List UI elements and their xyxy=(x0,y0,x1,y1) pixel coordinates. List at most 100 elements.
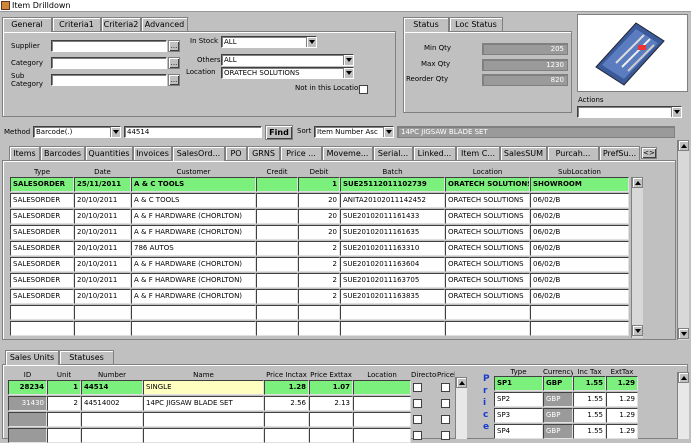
category-field[interactable] xyxy=(51,57,167,69)
tab-moveme[interactable]: Moveme... xyxy=(322,146,373,160)
table-cell[interactable] xyxy=(256,193,298,208)
table-cell[interactable]: 1.55 xyxy=(573,392,606,407)
table-cell[interactable]: 1.29 xyxy=(606,408,638,423)
table-cell[interactable] xyxy=(256,305,298,320)
table-cell[interactable]: 1 xyxy=(47,380,81,395)
table-cell[interactable] xyxy=(256,209,298,224)
table-cell[interactable]: 20 xyxy=(298,209,340,224)
table-cell[interactable]: SALESORDER xyxy=(10,273,74,288)
not-in-location-checkbox[interactable] xyxy=(359,85,368,94)
chevron-down-icon[interactable] xyxy=(671,107,681,117)
table-cell[interactable]: 1.55 xyxy=(573,424,606,439)
table-cell[interactable] xyxy=(10,321,74,336)
tab-serial[interactable]: Serial... xyxy=(373,146,413,160)
table-cell[interactable]: SUE25112011102739 xyxy=(340,177,445,192)
table-cell[interactable] xyxy=(256,289,298,304)
method-select[interactable]: Barcode(.) xyxy=(33,126,121,138)
table-cell[interactable]: SALESORDER xyxy=(10,241,74,256)
instock-select[interactable]: ALL xyxy=(221,36,317,48)
table-cell[interactable]: GBP xyxy=(543,424,573,439)
table-cell[interactable]: 1 xyxy=(298,177,340,192)
category-browse-button[interactable]: ... xyxy=(168,57,180,69)
scroll-up-icon[interactable] xyxy=(678,140,689,151)
table-cell[interactable] xyxy=(256,225,298,240)
pricelist-checkbox[interactable] xyxy=(441,399,450,408)
table-cell[interactable]: SP2 xyxy=(494,392,543,407)
table-cell[interactable] xyxy=(10,305,74,320)
table-cell[interactable] xyxy=(131,305,256,320)
find-button[interactable]: Find xyxy=(265,125,293,140)
table-cell[interactable]: 1.07 xyxy=(309,380,353,395)
tab-prefsu[interactable]: PrefSu... xyxy=(599,146,640,160)
table-cell[interactable] xyxy=(298,305,340,320)
units-scrollbar[interactable] xyxy=(455,377,467,439)
tab-linked[interactable]: Linked... xyxy=(413,146,456,160)
table-cell[interactable] xyxy=(353,380,411,395)
pricelist-checkbox[interactable] xyxy=(441,415,450,424)
table-cell[interactable]: 20/10/2011 xyxy=(74,225,131,240)
pricelist-checkbox[interactable] xyxy=(441,383,450,392)
table-cell[interactable]: 2 xyxy=(298,289,340,304)
table-cell[interactable]: 20/10/2011 xyxy=(74,257,131,272)
table-cell[interactable]: 1.28 xyxy=(264,380,309,395)
directory-checkbox[interactable] xyxy=(413,399,422,408)
scroll-down-icon[interactable] xyxy=(632,325,643,336)
chevron-down-icon[interactable] xyxy=(110,127,120,137)
table-cell[interactable]: A & C TOOLS xyxy=(131,193,256,208)
chevron-down-icon[interactable] xyxy=(343,55,353,65)
table-cell[interactable] xyxy=(298,321,340,336)
table-cell[interactable]: 20 xyxy=(298,225,340,240)
table-cell[interactable] xyxy=(530,305,629,320)
table-cell[interactable]: GBP xyxy=(543,392,573,407)
supplier-field[interactable] xyxy=(51,40,167,52)
table-cell[interactable]: 1.29 xyxy=(606,424,638,439)
tab-invoices[interactable]: Invoices xyxy=(133,146,172,160)
tab-salesord[interactable]: SalesOrd... xyxy=(172,146,225,161)
table-cell[interactable] xyxy=(47,412,81,427)
table-cell[interactable]: 06/02/B xyxy=(530,289,629,304)
table-cell[interactable]: ORATECH SOLUTIONS xyxy=(445,273,530,288)
table-cell[interactable]: 20/10/2011 xyxy=(74,209,131,224)
table-cell[interactable] xyxy=(445,305,530,320)
table-cell[interactable] xyxy=(81,428,143,443)
table-cell[interactable] xyxy=(74,305,131,320)
tab-salessum[interactable]: SalesSUM xyxy=(500,146,547,160)
tab-items[interactable]: Items xyxy=(9,146,40,160)
table-cell[interactable]: SP4 xyxy=(494,424,543,439)
table-cell[interactable]: 31430 xyxy=(8,396,47,411)
tab-price[interactable]: Price ... xyxy=(280,146,322,160)
scroll-up-icon[interactable] xyxy=(632,177,643,188)
table-cell[interactable]: 20/10/2011 xyxy=(74,193,131,208)
table-cell[interactable]: 2.56 xyxy=(264,396,309,411)
table-cell[interactable]: SUE20102011163835 xyxy=(340,289,445,304)
table-cell[interactable]: GBP xyxy=(543,408,573,423)
table-cell[interactable]: 06/02/B xyxy=(530,225,629,240)
table-cell[interactable]: ORATECH SOLUTIONS xyxy=(445,257,530,272)
table-cell[interactable] xyxy=(256,241,298,256)
tab-quantities[interactable]: Quantities xyxy=(85,146,133,160)
table-cell[interactable]: 20/10/2011 xyxy=(74,289,131,304)
table-cell[interactable]: 1.55 xyxy=(573,376,606,391)
table-cell[interactable] xyxy=(340,305,445,320)
table-cell[interactable]: SALESORDER xyxy=(10,257,74,272)
table-cell[interactable] xyxy=(353,412,411,427)
table-cell[interactable] xyxy=(353,396,411,411)
tab-barcodes[interactable]: Barcodes xyxy=(40,146,85,160)
chevron-down-icon[interactable] xyxy=(383,127,393,137)
table-cell[interactable]: 1.29 xyxy=(606,376,638,391)
table-cell[interactable]: SINGLE xyxy=(143,380,264,395)
tab-po[interactable]: PO xyxy=(225,146,247,160)
table-cell[interactable]: A & F HARDWARE (CHORLTON) xyxy=(131,273,256,288)
table-cell[interactable]: SALESORDER xyxy=(10,225,74,240)
table-cell[interactable]: A & F HARDWARE (CHORLTON) xyxy=(131,225,256,240)
tab-statuses[interactable]: Statuses xyxy=(59,350,114,364)
directory-checkbox[interactable] xyxy=(413,415,422,424)
orders-scrollbar[interactable] xyxy=(631,177,643,338)
table-cell[interactable]: 06/02/B xyxy=(530,257,629,272)
scroll-down-icon[interactable] xyxy=(678,328,689,339)
table-cell[interactable]: SALESORDER xyxy=(10,177,74,192)
location-select[interactable]: ORATECH SOLUTIONS xyxy=(221,67,354,79)
tab-grns[interactable]: GRNS xyxy=(247,146,280,160)
table-cell[interactable]: SHOWROOM xyxy=(530,177,629,192)
tab-purcah[interactable]: Purcah... xyxy=(547,146,599,160)
